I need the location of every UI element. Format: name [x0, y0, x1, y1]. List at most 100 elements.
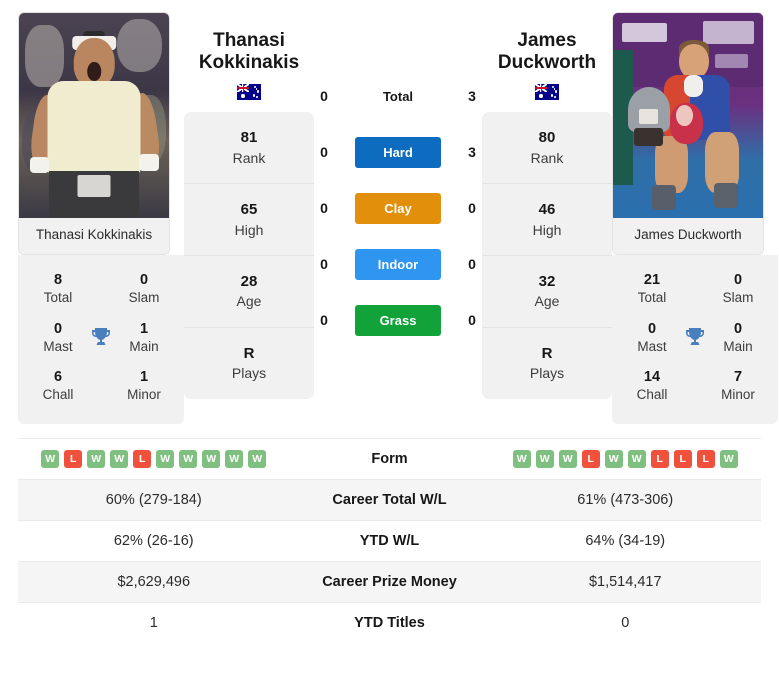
left-titles-total-value: 8 — [53, 271, 63, 288]
h2h-clay-label[interactable]: Clay — [355, 192, 441, 224]
right-form-badge-8[interactable]: L — [673, 449, 692, 468]
left-form-badge-10[interactable]: W — [248, 449, 267, 468]
left-form-badge-9[interactable]: W — [225, 449, 244, 468]
h2h-hard-left-score: 0 — [320, 144, 328, 160]
h2h-row-grass: 0 Grass 0 — [314, 292, 482, 348]
h2h-indoor-right-score: 0 — [468, 256, 476, 272]
left-form-badge-8[interactable]: W — [202, 449, 221, 468]
left-stat-plays-label: Plays — [231, 365, 267, 382]
right-player-name-line1: James — [517, 30, 577, 51]
ytd-titles-right: 0 — [621, 614, 630, 631]
right-form-badge-1[interactable]: W — [512, 449, 531, 468]
h2h-clay-right-score: 0 — [468, 200, 476, 216]
trophy-icon — [678, 325, 712, 349]
right-form-badge-5[interactable]: W — [604, 449, 623, 468]
left-form-badge-2[interactable]: L — [64, 449, 83, 468]
left-player-photo-card[interactable]: Thanasi Kokkinakis — [18, 12, 170, 255]
left-form-badge-4[interactable]: W — [110, 449, 129, 468]
h2h-total-right-score: 3 — [468, 88, 476, 104]
left-stat-age-label: Age — [236, 293, 262, 310]
right-titles-main-label: Main — [723, 338, 753, 354]
left-form-badge-3[interactable]: W — [87, 449, 106, 468]
right-titles-slam: 0 Slam — [712, 271, 764, 307]
left-form-badge-5[interactable]: L — [133, 449, 152, 468]
left-form-badge-6[interactable]: W — [156, 449, 175, 468]
right-form-badge-7[interactable]: L — [650, 449, 669, 468]
h2h-row-hard: 0 Hard 3 — [314, 124, 482, 180]
ytd-wl-label: YTD W/L — [359, 532, 420, 549]
left-form-badge-7[interactable]: W — [179, 449, 198, 468]
right-titles-minor: 7 Minor — [712, 368, 764, 404]
right-titles-row-1: 21 Total 0 Slam — [620, 264, 770, 313]
h2h-grass-label[interactable]: Grass — [355, 304, 441, 336]
right-titles-row-2: 0 Mast 0 Main — [620, 313, 770, 362]
h2h-hard-right-score: 3 — [468, 144, 476, 160]
right-titles-mast: 0 Mast — [626, 320, 678, 356]
right-player-name[interactable]: James Duckworth — [482, 30, 612, 75]
form-right: WWWLWWLLLW — [490, 449, 762, 468]
right-player-photo-card[interactable]: James Duckworth — [612, 12, 764, 255]
left-titles-row-1: 8 Total 0 Slam — [26, 264, 176, 313]
ytd-wl-right: 64% (34-19) — [585, 532, 666, 549]
table-row-form-label: Form — [371, 450, 408, 467]
left-titles-minor-label: Minor — [127, 387, 161, 403]
right-stat-plays-value: R — [541, 344, 553, 362]
h2h-hard-label[interactable]: Hard — [355, 136, 441, 168]
h2h-comparison-page: Thanasi Kokkinakis 8 Total 0 Slam 0 Mast… — [0, 0, 779, 699]
left-titles-main-label: Main — [129, 338, 159, 354]
right-titles-mast-label: Mast — [637, 338, 667, 354]
career-wl-right: 61% (473-306) — [577, 491, 674, 508]
h2h-grass-right-score: 0 — [468, 312, 476, 328]
right-stat-high-value: 46 — [538, 200, 556, 218]
right-form-badge-9[interactable]: L — [696, 449, 715, 468]
right-titles-mast-value: 0 — [647, 320, 657, 337]
left-stat-rank-value: 81 — [240, 128, 258, 146]
right-player-panel: James Duckworth 21 Total 0 Slam 0 Mast 0… — [612, 12, 778, 424]
right-stat-rank-value: 80 — [538, 128, 556, 146]
right-titles-chall-label: Chall — [636, 387, 668, 403]
left-player-flag-wrap — [184, 83, 314, 100]
left-stat-age-value: 28 — [240, 272, 258, 290]
right-form-strip: WWWLWWLLLW — [512, 449, 738, 468]
left-stat-high-value: 65 — [240, 200, 258, 218]
left-titles-mast-label: Mast — [43, 338, 73, 354]
right-stat-rank-label: Rank — [530, 149, 564, 166]
right-titles-block: 21 Total 0 Slam 0 Mast 0 Main 14 Chall 7… — [612, 254, 778, 424]
left-titles-total-label: Total — [43, 289, 73, 305]
left-titles-minor: 1 Minor — [118, 368, 170, 404]
left-titles-main: 1 Main — [118, 320, 170, 356]
right-player-photo — [613, 13, 763, 218]
left-form-strip: WLWWLWWWWW — [41, 449, 267, 468]
right-form-badge-10[interactable]: W — [719, 449, 738, 468]
right-titles-slam-value: 0 — [733, 271, 743, 288]
ytd-titles-left: 1 — [149, 614, 158, 631]
right-titles-total: 21 Total — [626, 271, 678, 307]
left-player-name-line2: Kokkinakis — [198, 52, 300, 74]
right-titles-slam-label: Slam — [722, 289, 754, 305]
h2h-indoor-left-score: 0 — [320, 256, 328, 272]
career-wl-left: 60% (279-184) — [105, 491, 202, 508]
h2h-total-label[interactable]: Total — [355, 81, 441, 112]
right-player-name-line2: Duckworth — [497, 52, 597, 74]
trophy-icon — [84, 325, 118, 349]
left-player-name[interactable]: Thanasi Kokkinakis — [184, 30, 314, 75]
prize-money-right: $1,514,417 — [588, 573, 662, 590]
h2h-row-indoor: 0 Indoor 0 — [314, 236, 482, 292]
right-stat-age: 32 Age — [482, 256, 612, 328]
left-player-photo — [19, 13, 169, 218]
right-titles-main: 0 Main — [712, 320, 764, 356]
h2h-grass-left-score: 0 — [320, 312, 328, 328]
h2h-indoor-label[interactable]: Indoor — [355, 248, 441, 280]
right-form-badge-3[interactable]: W — [558, 449, 577, 468]
right-titles-main-value: 0 — [733, 320, 743, 337]
left-stat-plays: R Plays — [184, 328, 314, 399]
comparison-table: WLWWLWWWWW Form WWWLWWLLLW 60% (279-184)… — [0, 437, 779, 643]
left-titles-total: 8 Total — [32, 271, 84, 307]
left-form-badge-1[interactable]: W — [41, 449, 60, 468]
right-form-badge-2[interactable]: W — [535, 449, 554, 468]
right-form-badge-6[interactable]: W — [627, 449, 646, 468]
right-titles-total-label: Total — [637, 289, 667, 305]
right-form-badge-4[interactable]: L — [581, 449, 600, 468]
comparison-header: Thanasi Kokkinakis 8 Total 0 Slam 0 Mast… — [0, 0, 779, 424]
prize-money-label: Career Prize Money — [322, 573, 457, 590]
